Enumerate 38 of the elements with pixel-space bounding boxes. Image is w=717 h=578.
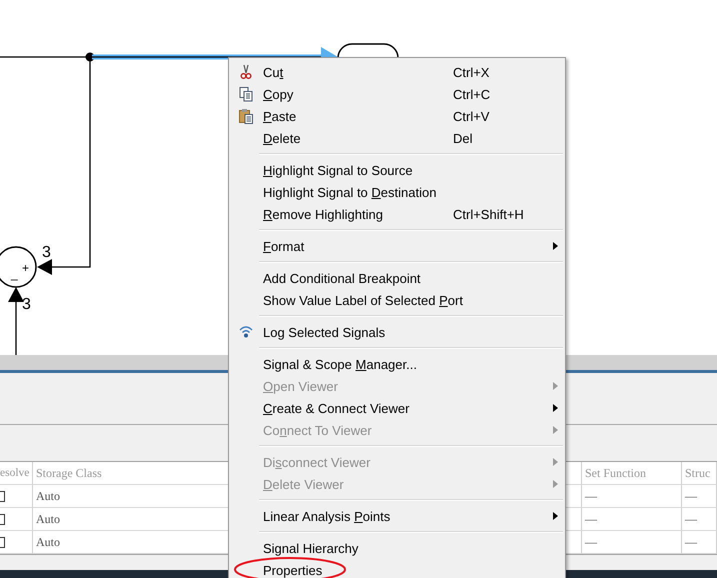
- menu-item[interactable]: Delete: [263, 130, 301, 146]
- shortcut-label: Ctrl+Shift+H: [453, 206, 524, 222]
- table-cell: —: [682, 508, 717, 531]
- menu-item[interactable]: Copy: [263, 86, 294, 102]
- wireless-icon: [238, 324, 254, 340]
- menu-item[interactable]: Create & Connect Viewer: [263, 400, 410, 416]
- menu-item[interactable]: Highlight Signal to Source: [263, 162, 413, 178]
- shortcut-label: Ctrl+X: [453, 64, 490, 80]
- table-cell: —: [582, 485, 682, 508]
- sum-block[interactable]: [0, 246, 37, 288]
- scissors-icon: [238, 64, 254, 80]
- shortcut-label: Ctrl+V: [453, 108, 490, 124]
- menu-item[interactable]: Signal Hierarchy: [263, 540, 358, 556]
- menu-item[interactable]: Paste: [263, 108, 296, 124]
- shortcut-label: Ctrl+C: [453, 86, 490, 102]
- table-cell: —: [582, 508, 682, 531]
- table-cell: —: [682, 485, 717, 508]
- dimension-label: 3: [42, 244, 51, 261]
- plus-sign: +: [22, 261, 30, 275]
- input-signal-line[interactable]: [8, 287, 24, 355]
- signal-line[interactable]: [0, 56, 91, 275]
- paste-icon: [238, 108, 254, 124]
- menu-item[interactable]: Linear Analysis Points: [263, 508, 390, 524]
- table-cell: —: [582, 531, 682, 554]
- menu-item[interactable]: Log Selected Signals: [263, 324, 386, 340]
- shortcut-label: Del: [453, 130, 473, 146]
- table-cell: —: [682, 531, 717, 554]
- menu-item[interactable]: Format: [263, 238, 304, 254]
- menu-item[interactable]: Add Conditional Breakpoint: [263, 270, 421, 286]
- menu-item[interactable]: Signal & Scope Manager...: [263, 356, 417, 372]
- menu-item[interactable]: Cut: [263, 64, 284, 80]
- minus-sign: _: [11, 267, 18, 281]
- copy-icon: [238, 86, 254, 102]
- menu-item[interactable]: Remove Highlighting: [263, 206, 383, 222]
- menu-item[interactable]: Show Value Label of Selected Port: [263, 292, 463, 308]
- branch-point: [86, 52, 94, 62]
- dimension-label: 3: [22, 296, 31, 313]
- menu-item[interactable]: Highlight Signal to Destination: [263, 184, 436, 200]
